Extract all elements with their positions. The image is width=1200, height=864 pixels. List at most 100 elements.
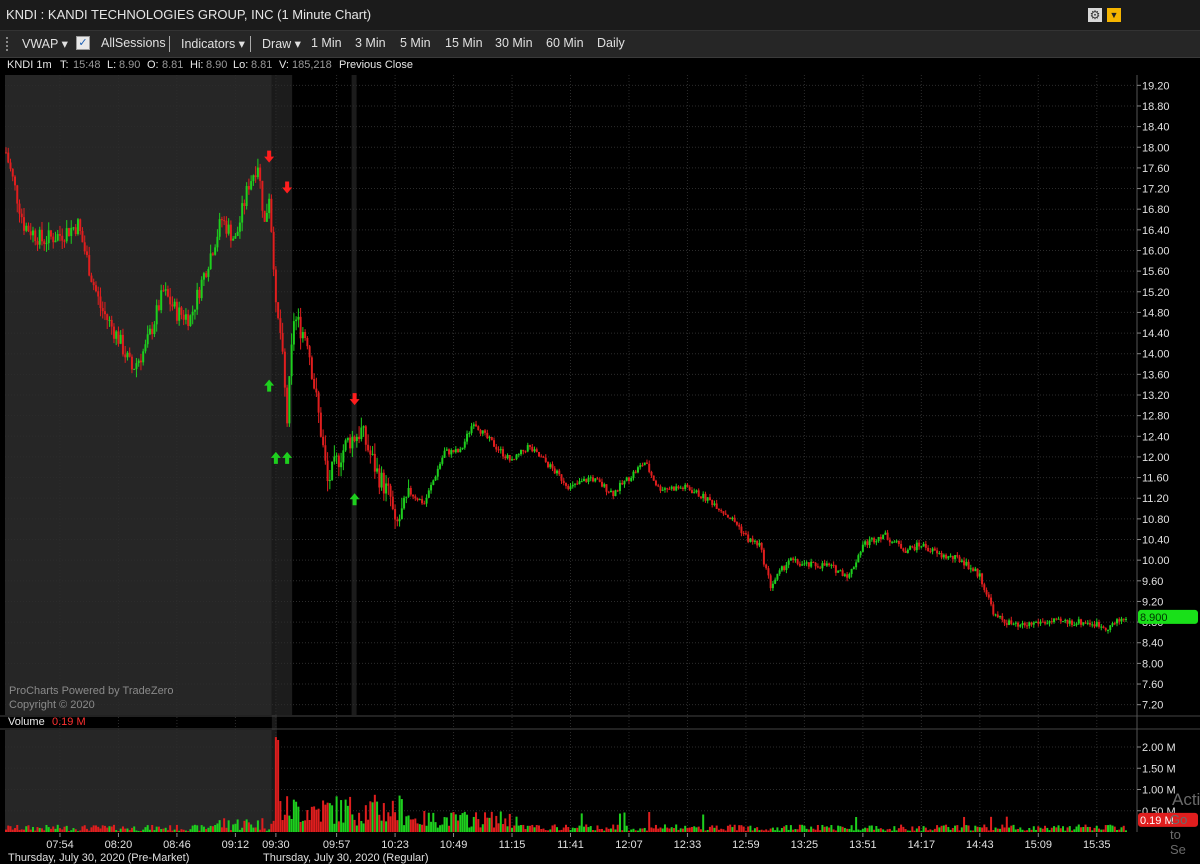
price-chart[interactable]: 19.20 18.80 18.40 18.00 17.60 17.20 16.80 16.40…: [0, 0, 1200, 862]
interval-30min[interactable]: 30 Min: [495, 36, 533, 50]
candle-body: [875, 541, 878, 543]
interval-daily[interactable]: Daily: [597, 36, 625, 50]
volume-bar: [792, 829, 795, 832]
interval-5min[interactable]: 5 Min: [400, 36, 431, 50]
volume-bar: [965, 825, 968, 832]
volume-bar: [344, 799, 347, 832]
volume-bar: [157, 826, 160, 832]
candle-body: [969, 568, 972, 570]
volume-bar: [1053, 826, 1056, 832]
volume-bar: [1111, 825, 1114, 832]
volume-bar: [846, 828, 849, 832]
volume-bar: [241, 827, 244, 832]
premarket-volume-shade: [5, 730, 272, 832]
candle-body: [724, 513, 727, 515]
candle-body: [603, 484, 606, 487]
candle-body: [328, 479, 331, 482]
candle-body: [972, 568, 975, 572]
interval-60min[interactable]: 60 Min: [546, 36, 584, 50]
candle-body: [1012, 623, 1015, 625]
interval-15min[interactable]: 15 Min: [445, 36, 483, 50]
dropdown-icon[interactable]: ▼: [1107, 8, 1121, 22]
price-tick-label: 12.80: [1142, 411, 1170, 423]
candle-body: [990, 597, 993, 605]
candle-body: [547, 461, 550, 468]
candle-body: [776, 573, 779, 580]
volume-bar: [666, 827, 669, 832]
volume-bar: [94, 825, 97, 832]
chart-grid: [5, 75, 1137, 832]
candle-body: [5, 152, 7, 154]
candle-body: [652, 475, 655, 481]
candle-body: [214, 247, 217, 255]
volume-bar: [857, 829, 860, 832]
volume-bar: [681, 828, 684, 832]
volume-bar: [670, 827, 673, 832]
volume-bar: [576, 827, 579, 832]
candle-body: [360, 427, 363, 440]
vwap-menu[interactable]: VWAP ▾: [22, 36, 68, 51]
candle-body: [1075, 623, 1078, 626]
volume-bar: [481, 824, 484, 832]
volume-bar: [308, 819, 311, 832]
volume-bar: [135, 830, 138, 832]
candle-body: [839, 570, 842, 572]
candle-body: [412, 494, 415, 497]
candle-body: [544, 457, 547, 462]
volume-bar: [538, 825, 541, 832]
volume-bar: [27, 825, 30, 832]
volume-bar: [902, 826, 905, 832]
candle-body: [119, 334, 122, 344]
candle-body: [798, 563, 801, 566]
volume-bar: [918, 826, 921, 832]
gear-icon[interactable]: ⚙: [1088, 8, 1102, 22]
volume-bar: [729, 824, 732, 832]
volume-bar: [945, 824, 948, 832]
candle-body: [142, 351, 145, 363]
volume-bar: [920, 830, 923, 832]
candle-body: [22, 217, 25, 231]
volume-bar: [439, 825, 442, 832]
candle-body: [733, 517, 736, 522]
candle-body: [553, 468, 556, 474]
candle-body: [247, 186, 250, 190]
volume-bar: [938, 827, 941, 832]
candle-body: [627, 477, 630, 481]
info-prev-close[interactable]: Previous Close: [339, 59, 413, 71]
volume-bar: [654, 824, 657, 832]
volume-bar: [477, 819, 480, 832]
candle-body: [351, 436, 354, 449]
candle-body: [344, 440, 347, 451]
candle-body: [241, 203, 244, 223]
candle-body: [225, 220, 228, 234]
candle-body: [573, 483, 576, 485]
interval-1min[interactable]: 1 Min: [311, 36, 342, 50]
volume-bar: [778, 830, 781, 832]
candle-body: [789, 558, 792, 561]
toolbar-grip-icon[interactable]: [6, 37, 10, 51]
candle-body: [155, 305, 158, 325]
interval-3min[interactable]: 3 Min: [355, 36, 386, 50]
candle-body: [929, 551, 932, 553]
price-tick-label: 8.00: [1142, 658, 1163, 670]
volume-bar: [967, 825, 970, 832]
candle-body: [9, 162, 12, 169]
volume-bar: [684, 825, 687, 832]
volume-bar: [1100, 829, 1103, 832]
volume-bar: [412, 819, 415, 832]
volume-bar: [888, 828, 891, 832]
allsessions-checkbox[interactable]: ✓: [76, 36, 90, 50]
volume-bar: [191, 825, 194, 832]
volume-bar: [97, 826, 100, 832]
candle-body: [751, 538, 754, 542]
draw-menu[interactable]: Draw ▾: [262, 36, 301, 51]
volume-bar: [774, 830, 777, 832]
indicators-menu[interactable]: Indicators ▾: [181, 36, 245, 51]
allsessions-label[interactable]: AllSessions: [101, 36, 166, 50]
volume-bar: [1057, 825, 1060, 832]
candle-body: [807, 562, 810, 567]
candle-body: [254, 175, 257, 178]
candle-body: [1071, 620, 1074, 626]
time-tick-label: 13:25: [791, 839, 819, 851]
price-tick-label: 10.40: [1142, 535, 1170, 547]
